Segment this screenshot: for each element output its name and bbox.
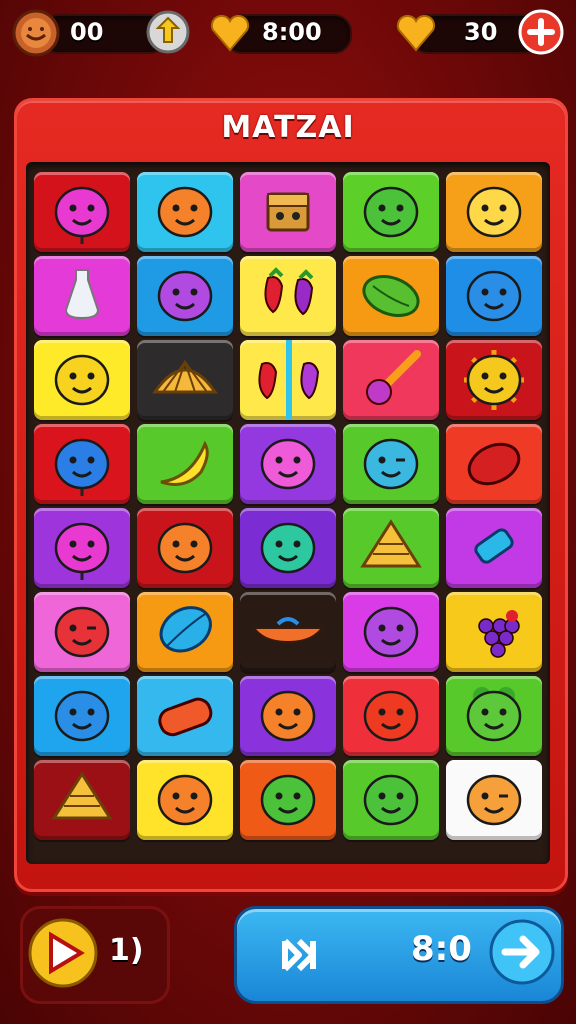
skip-icon[interactable] — [279, 935, 319, 979]
tile-seashell[interactable] — [137, 340, 233, 420]
tile-glass-bottle[interactable] — [34, 256, 130, 336]
cone-icon — [51, 771, 113, 820]
seashell-icon — [152, 358, 218, 394]
blue-face-icon — [54, 690, 110, 742]
lollipop-icon — [366, 350, 421, 405]
tile-yellow-face[interactable] — [34, 340, 130, 420]
play-counter: 1) — [109, 933, 144, 968]
bush-face-icon — [466, 687, 522, 742]
yellow-face-icon — [54, 354, 110, 406]
tile-blue-fruit[interactable] — [137, 592, 233, 672]
tile-blue-candy[interactable] — [446, 508, 542, 588]
purple-face-icon — [363, 606, 419, 658]
coins-value: 00 — [70, 18, 104, 46]
tile-green-face[interactable] — [240, 760, 336, 840]
cone-icon — [360, 519, 422, 568]
sun-face-icon — [464, 350, 524, 410]
board-title: MATZAI — [221, 110, 355, 145]
tile-winking-face[interactable] — [343, 424, 439, 504]
strawberries-icon — [264, 267, 314, 316]
red-log-icon — [158, 697, 213, 737]
blue-face-icon — [466, 270, 522, 322]
action-value: 8:0 — [411, 929, 472, 969]
pink-balloon-face-icon — [54, 522, 110, 580]
tile-orange-boat[interactable] — [240, 592, 336, 672]
blue-fruit-icon — [159, 606, 212, 653]
heart-icon — [394, 10, 438, 58]
banana-icon — [160, 440, 209, 486]
tile-orange-wink-face[interactable] — [446, 760, 542, 840]
orange-face-icon — [157, 774, 213, 826]
play-panel[interactable]: 1) — [20, 906, 170, 1004]
action-panel[interactable]: 8:0 — [234, 906, 564, 1004]
timer-value: 8:00 — [262, 18, 322, 46]
orange-face-icon — [157, 186, 213, 238]
tile-orange-face[interactable] — [137, 172, 233, 252]
orange-wink-face-icon — [466, 774, 522, 826]
tile-lollipop[interactable] — [343, 340, 439, 420]
tile-purple-face[interactable] — [343, 592, 439, 672]
blue-balloon-face-icon — [54, 438, 110, 496]
teal-face-icon — [260, 522, 316, 574]
tile-grapes[interactable] — [446, 592, 542, 672]
tile-blue-balloon-face[interactable] — [34, 424, 130, 504]
lives-value: 30 — [464, 18, 498, 46]
heart-icon — [208, 10, 252, 58]
tile-cone[interactable] — [34, 760, 130, 840]
play-icon[interactable] — [27, 917, 99, 993]
arrow-right-icon[interactable] — [489, 919, 555, 989]
strawberry-pair-icon — [258, 340, 320, 420]
tile-strawberries[interactable] — [240, 256, 336, 336]
green-face-icon — [260, 774, 316, 826]
tile-sun-face[interactable] — [446, 340, 542, 420]
blond-face-icon — [466, 186, 522, 238]
tile-strawberry-pair[interactable] — [240, 340, 336, 420]
tile-teal-face[interactable] — [240, 508, 336, 588]
plus-icon[interactable] — [518, 9, 564, 59]
tile-red-log[interactable] — [137, 676, 233, 756]
orange-face-icon — [157, 522, 213, 574]
tile-red-fruit[interactable] — [446, 424, 542, 504]
tile-orange-face[interactable] — [240, 676, 336, 756]
tile-blue-face[interactable] — [446, 256, 542, 336]
grapes-icon — [478, 610, 520, 658]
tile-orange-face[interactable] — [137, 760, 233, 840]
tile-green-face[interactable] — [343, 172, 439, 252]
pink-face-icon — [260, 438, 316, 490]
tile-green-face[interactable] — [343, 760, 439, 840]
tile-pink-balloon-face[interactable] — [34, 508, 130, 588]
tile-tomato-face[interactable] — [343, 676, 439, 756]
orange-face-icon — [260, 690, 316, 742]
blue-candy-icon — [474, 528, 514, 564]
purple-face-icon — [157, 270, 213, 322]
tile-green-fruit[interactable] — [343, 256, 439, 336]
tile-pink-balloon-face[interactable] — [34, 172, 130, 252]
tile-blue-face[interactable] — [34, 676, 130, 756]
red-fruit-icon — [467, 442, 521, 486]
top-hud: 00 8:00 30 — [0, 0, 576, 66]
coin-icon — [12, 9, 60, 61]
tile-treasure-box[interactable] — [240, 172, 336, 252]
glass-bottle-icon — [64, 269, 100, 320]
treasure-box-icon — [266, 192, 310, 232]
tile-bush-face[interactable] — [446, 676, 542, 756]
pink-balloon-face-icon — [54, 186, 110, 244]
tile-blond-face[interactable] — [446, 172, 542, 252]
tile-banana[interactable] — [137, 424, 233, 504]
green-face-icon — [363, 774, 419, 826]
shield-icon[interactable] — [146, 10, 190, 58]
red-wink-face-icon — [54, 606, 110, 658]
tile-orange-face[interactable] — [137, 508, 233, 588]
tile-cone[interactable] — [343, 508, 439, 588]
orange-boat-icon — [252, 617, 324, 644]
winking-face-icon — [363, 438, 419, 490]
green-fruit-icon — [362, 275, 420, 317]
tile-red-wink-face[interactable] — [34, 592, 130, 672]
tile-pink-face[interactable] — [240, 424, 336, 504]
tomato-face-icon — [363, 690, 419, 742]
green-face-icon — [363, 186, 419, 238]
tile-purple-face[interactable] — [137, 256, 233, 336]
